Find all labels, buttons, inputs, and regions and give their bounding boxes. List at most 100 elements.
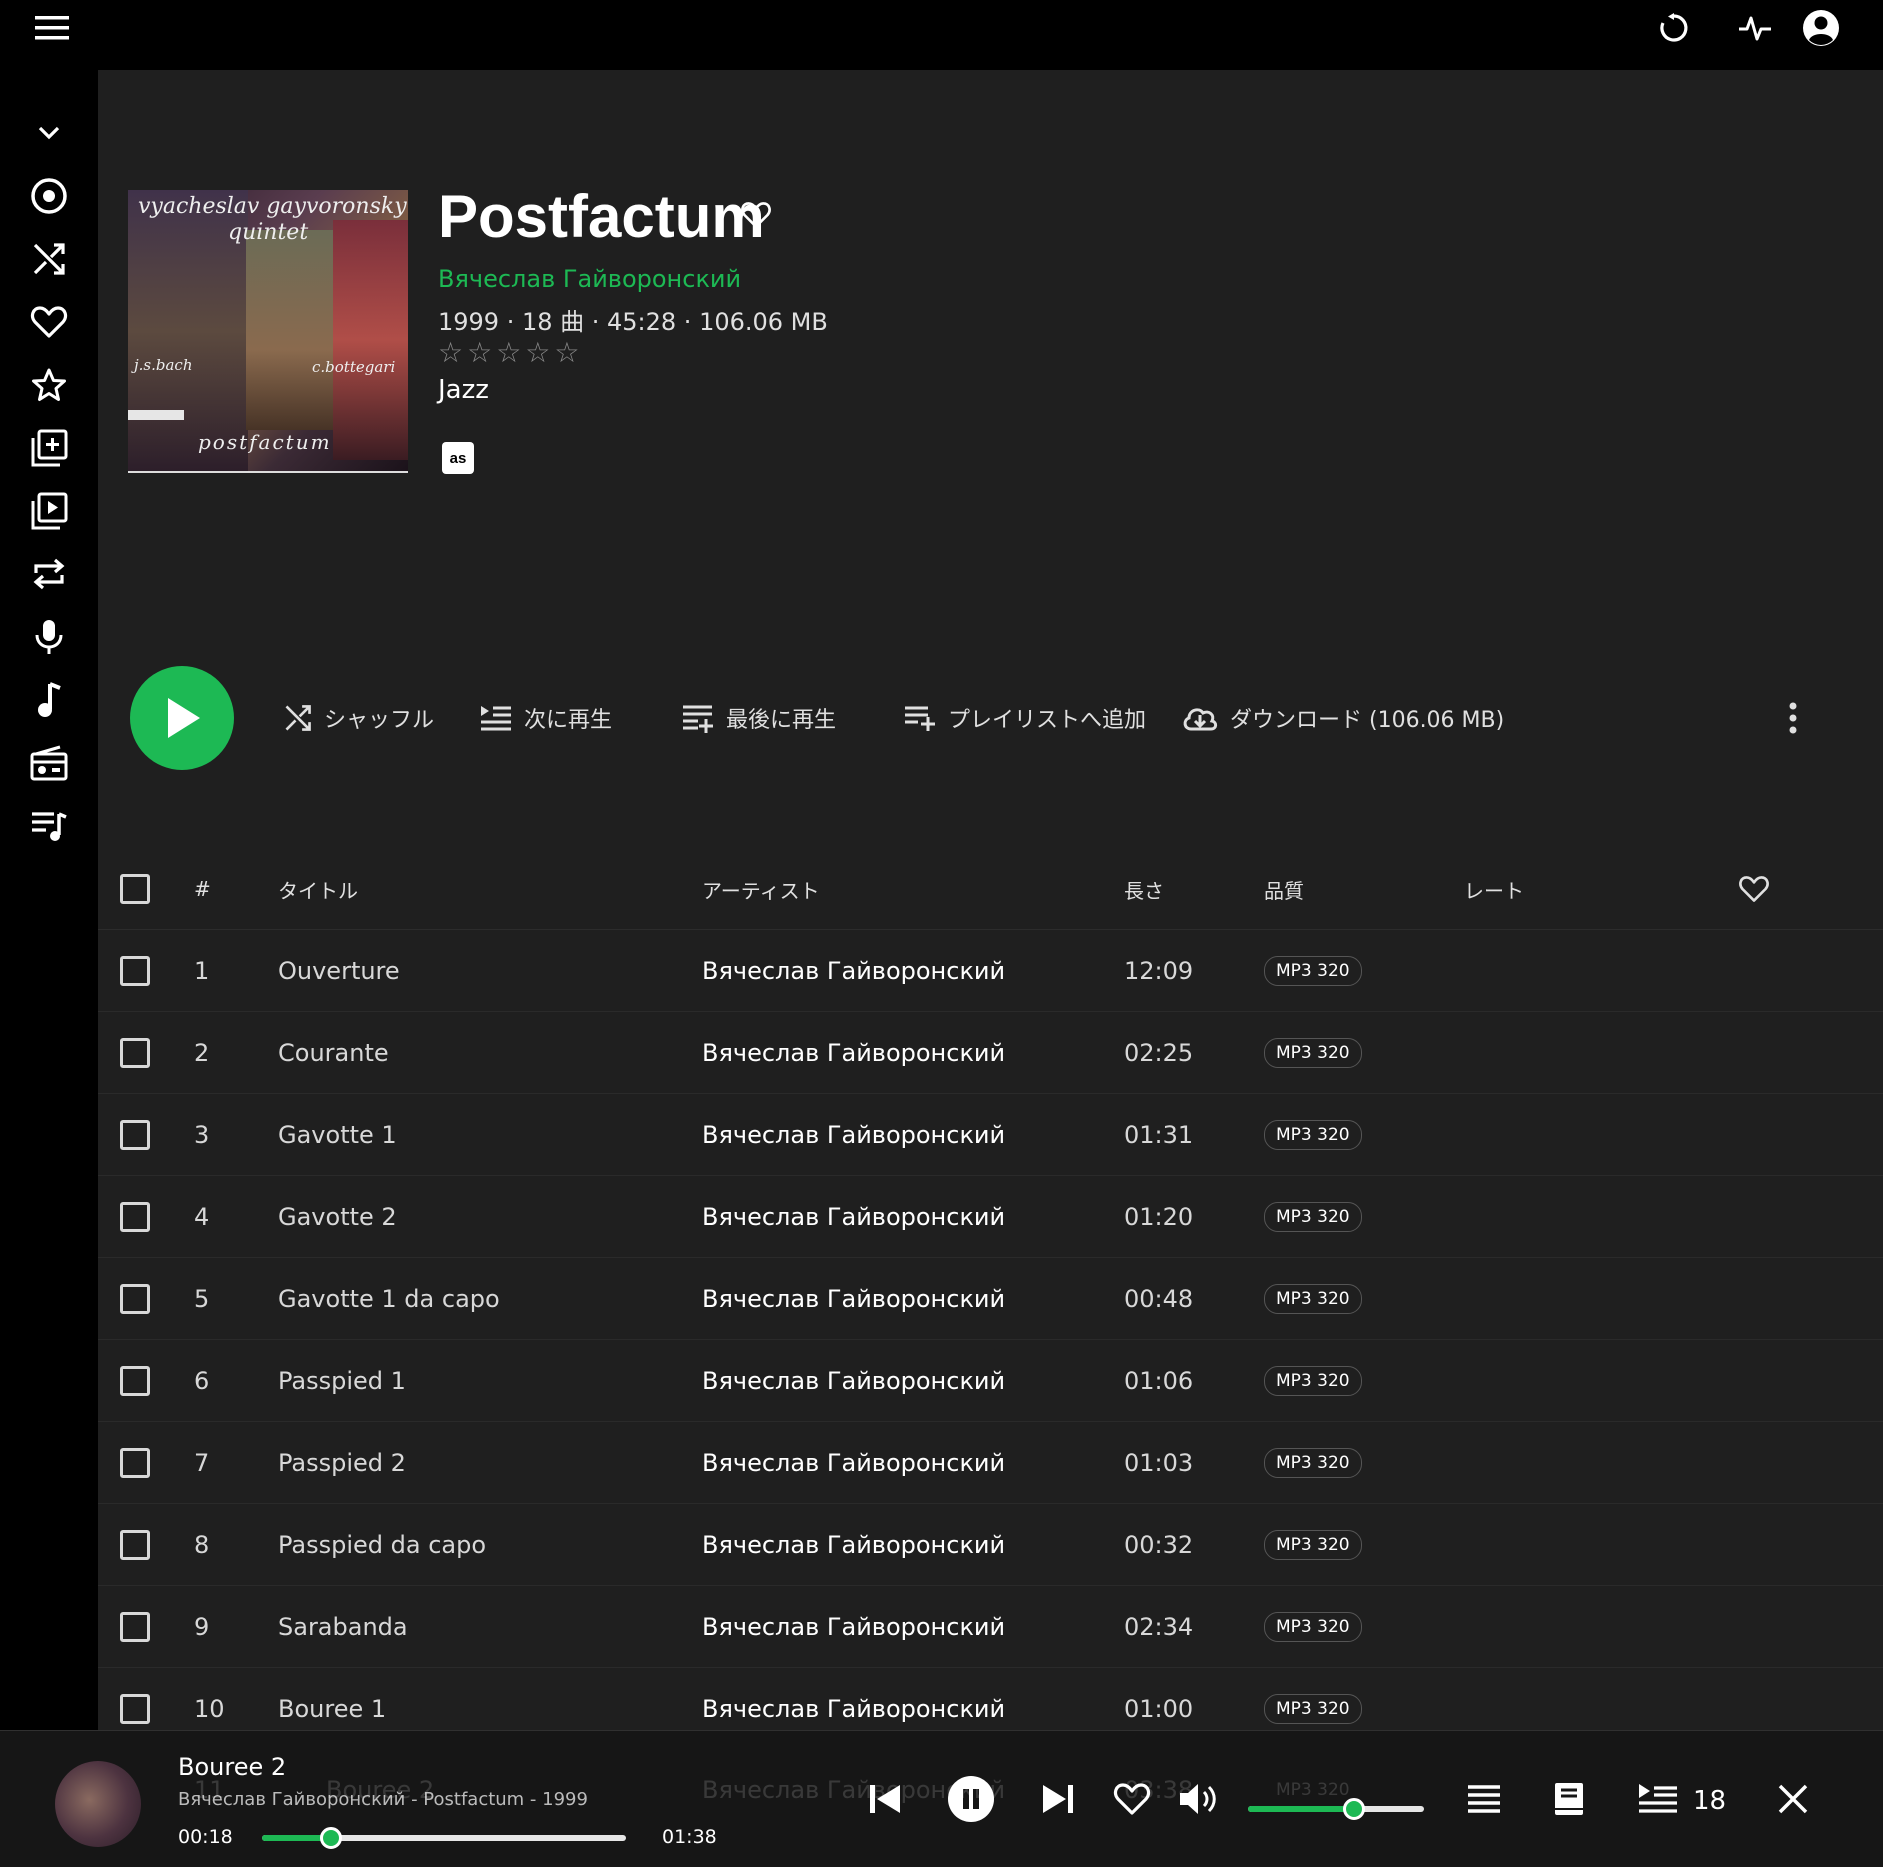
table-row[interactable]: 1 Ouverture Вячеслав Гайворонский 12:09 …: [98, 930, 1883, 1012]
track-artist[interactable]: Вячеслав Гайворонский: [702, 1668, 1005, 1730]
table-row[interactable]: 8 Passpied da capo Вячеслав Гайворонский…: [98, 1504, 1883, 1586]
row-checkbox[interactable]: [120, 1258, 150, 1340]
track-title[interactable]: Gavotte 1: [278, 1094, 397, 1176]
header-artist[interactable]: アーティスト: [702, 848, 820, 930]
table-row[interactable]: 4 Gavotte 2 Вячеслав Гайворонский 01:20 …: [98, 1176, 1883, 1258]
table-row[interactable]: 3 Gavotte 1 Вячеслав Гайворонский 01:31 …: [98, 1094, 1883, 1176]
track-artist[interactable]: Вячеслав Гайворонский: [702, 1422, 1005, 1504]
track-quality: MP3 320: [1264, 1668, 1362, 1730]
track-title[interactable]: Courante: [278, 1012, 389, 1094]
track-number: 8: [194, 1531, 210, 1559]
top-bar: [0, 0, 1883, 70]
track-artist[interactable]: Вячеслав Гайворонский: [702, 1012, 1005, 1094]
track-artist[interactable]: Вячеслав Гайворонский: [702, 1340, 1005, 1422]
table-row[interactable]: 10 Bouree 1 Вячеслав Гайворонский 01:00 …: [98, 1668, 1883, 1730]
row-checkbox[interactable]: [120, 1586, 150, 1668]
add-to-playlist-button[interactable]: プレイリストへ追加: [904, 700, 1146, 736]
track-length: 01:06: [1124, 1367, 1194, 1395]
quality-badge: MP3 320: [1264, 1284, 1362, 1314]
play-next-label: 次に再生: [524, 708, 613, 733]
playlist-music-icon[interactable]: [21, 798, 77, 854]
quality-badge: MP3 320: [1264, 1202, 1362, 1232]
header-length[interactable]: 長さ: [1124, 848, 1164, 930]
row-checkbox[interactable]: [120, 1422, 150, 1504]
header-title[interactable]: タイトル: [278, 848, 358, 930]
row-checkbox[interactable]: [120, 1012, 150, 1094]
row-checkbox[interactable]: [120, 1504, 150, 1586]
track-artist[interactable]: Вячеслав Гайворонский: [702, 930, 1005, 1012]
track-title[interactable]: Passpied da capo: [278, 1504, 486, 1586]
table-row[interactable]: 6 Passpied 1 Вячеслав Гайворонский 01:06…: [98, 1340, 1883, 1422]
header-number[interactable]: #: [194, 848, 211, 930]
repeat-icon[interactable]: [21, 546, 77, 602]
header-quality[interactable]: 品質: [1264, 848, 1304, 930]
track-number: 7: [194, 1449, 210, 1477]
track-artist[interactable]: Вячеслав Гайворонский: [702, 1586, 1005, 1668]
account-icon[interactable]: [1793, 0, 1849, 56]
header-favorite-heart-icon[interactable]: [1738, 848, 1770, 930]
album-icon[interactable]: [21, 168, 77, 224]
chevron-down-icon[interactable]: [21, 105, 77, 161]
quality-badge: MP3 320: [1264, 1448, 1362, 1478]
track-number: 9: [194, 1613, 210, 1641]
track-title[interactable]: Gavotte 2: [278, 1176, 397, 1258]
star-icon[interactable]: [21, 357, 77, 413]
row-checkbox[interactable]: [120, 1176, 150, 1258]
music-note-icon[interactable]: [21, 672, 77, 728]
track-title[interactable]: Passpied 1: [278, 1340, 406, 1422]
heart-icon[interactable]: [21, 294, 77, 350]
lastfm-icon[interactable]: as: [442, 442, 474, 474]
track-artist[interactable]: Вячеслав Гайворонский: [702, 1504, 1005, 1586]
album-rating-stars[interactable]: ☆☆☆☆☆: [438, 336, 584, 369]
table-row[interactable]: 9 Sarabanda Вячеслав Гайворонский 02:34 …: [98, 1586, 1883, 1668]
elapsed-time: 00:18: [178, 1826, 233, 1848]
track-artist[interactable]: Вячеслав Гайворонский: [702, 1258, 1005, 1340]
play-last-button[interactable]: 最後に再生: [682, 700, 836, 736]
album-artist-link[interactable]: Вячеслав Гайворонский: [438, 265, 741, 293]
quality-badge: MP3 320: [1264, 1530, 1362, 1560]
track-title[interactable]: Passpied 2: [278, 1422, 406, 1504]
menu-icon[interactable]: [24, 0, 80, 56]
table-row[interactable]: 7 Passpied 2 Вячеслав Гайворонский 01:03…: [98, 1422, 1883, 1504]
video-library-icon[interactable]: [21, 483, 77, 539]
shuffle-button[interactable]: シャッフル: [284, 700, 434, 736]
select-all-checkbox[interactable]: [120, 848, 150, 930]
track-length: 01:20: [1124, 1203, 1194, 1231]
radio-icon[interactable]: [21, 735, 77, 791]
partial-table-row: 11 Bouree 2 Вячеслав Гайворонский 03:38 …: [0, 1768, 1883, 1818]
table-row[interactable]: 2 Courante Вячеслав Гайворонский 02:25 M…: [98, 1012, 1883, 1094]
download-button[interactable]: ダウンロード (106.06 MB): [1182, 700, 1504, 736]
play-button[interactable]: [130, 666, 234, 770]
seek-slider[interactable]: [262, 1827, 626, 1849]
row-checkbox[interactable]: [120, 930, 150, 1012]
header-rating[interactable]: レート: [1464, 848, 1524, 930]
track-artist[interactable]: Вячеслав Гайворонский: [702, 1094, 1005, 1176]
album-genre[interactable]: Jazz: [438, 375, 489, 405]
track-artist[interactable]: Вячеслав Гайворонский: [702, 1176, 1005, 1258]
shuffle-icon[interactable]: [21, 231, 77, 287]
favorite-album-heart-icon[interactable]: [740, 201, 772, 233]
track-title[interactable]: Gavotte 1 da capo: [278, 1258, 500, 1340]
playlist-add-icon[interactable]: [21, 420, 77, 476]
activity-icon[interactable]: [1727, 0, 1783, 56]
quality-badge: MP3 320: [1264, 1694, 1362, 1724]
table-row[interactable]: 5 Gavotte 1 da capo Вячеслав Гайворонски…: [98, 1258, 1883, 1340]
track-length: 12:09: [1124, 957, 1194, 985]
track-title[interactable]: Bouree 1: [278, 1668, 386, 1730]
album-meta: 1999 · 18 曲 · 45:28 · 106.06 MB: [438, 308, 828, 336]
row-checkbox[interactable]: [120, 1340, 150, 1422]
microphone-icon[interactable]: [21, 609, 77, 665]
track-title[interactable]: Sarabanda: [278, 1586, 408, 1668]
seek-handle[interactable]: [320, 1827, 343, 1849]
row-checkbox[interactable]: [120, 1094, 150, 1176]
more-options-icon[interactable]: [1778, 698, 1808, 738]
track-number: 10: [194, 1695, 225, 1723]
track-quality: MP3 320: [1264, 1094, 1362, 1176]
track-quality: MP3 320: [1264, 1586, 1362, 1668]
play-next-button[interactable]: 次に再生: [480, 700, 612, 736]
refresh-icon[interactable]: [1646, 0, 1702, 56]
track-artist: Вячеслав Гайворонский: [702, 1776, 1006, 1804]
track-title[interactable]: Ouverture: [278, 930, 400, 1012]
album-title: Postfactum: [438, 183, 765, 250]
row-checkbox[interactable]: [120, 1668, 150, 1730]
